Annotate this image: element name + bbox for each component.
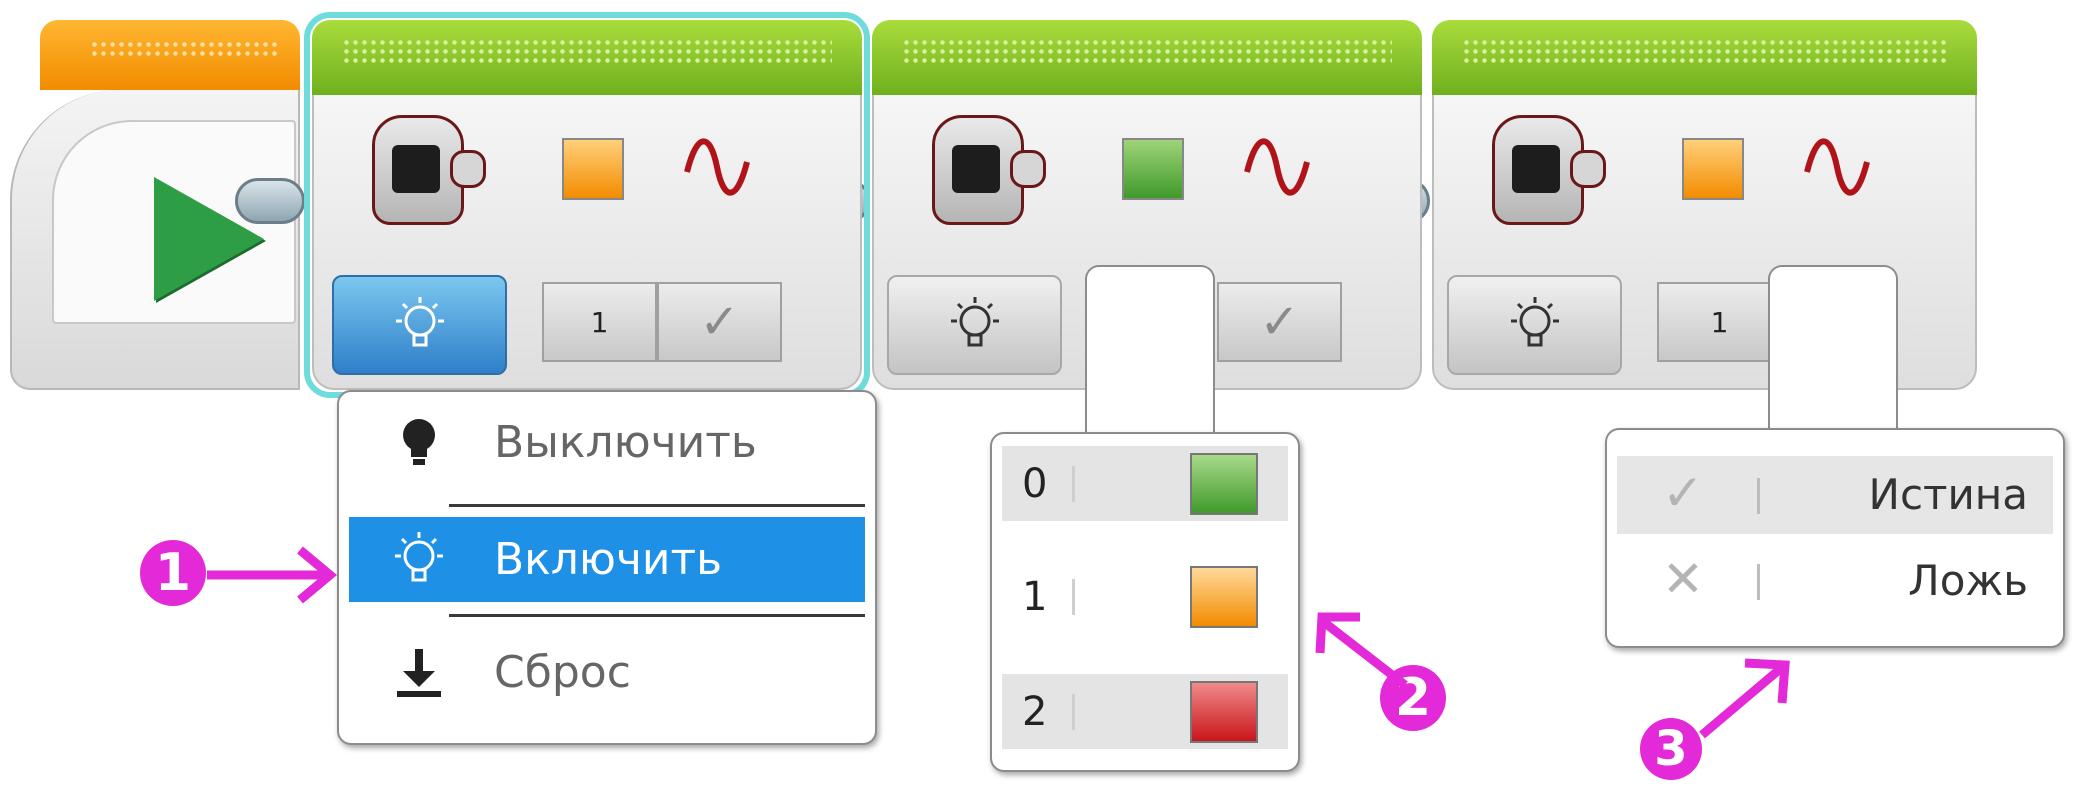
bulb-on-icon bbox=[950, 297, 999, 347]
pulse-value-field[interactable]: ✓ bbox=[657, 282, 782, 362]
pulse-parameter-icon bbox=[1244, 138, 1310, 196]
brick-status-light-icon bbox=[372, 115, 487, 225]
pulse-parameter-icon bbox=[1804, 138, 1870, 196]
color-value-field[interactable]: 1 bbox=[1657, 282, 1782, 362]
color-option-1[interactable]: 1 bbox=[1002, 559, 1288, 634]
annotation-arrow-1 bbox=[207, 546, 338, 604]
menu-item-on[interactable]: Включить bbox=[349, 517, 865, 602]
color-parameter-icon bbox=[562, 138, 624, 200]
block-tab bbox=[872, 20, 1422, 95]
download-icon bbox=[397, 648, 441, 697]
annotation-arrow-2 bbox=[1315, 612, 1408, 689]
brick-status-light-block-1[interactable]: 1 ✓ bbox=[304, 12, 870, 398]
bulb-on-icon bbox=[395, 297, 444, 347]
red-swatch bbox=[1190, 680, 1258, 743]
block-tab bbox=[1432, 20, 1977, 95]
color-parameter-icon bbox=[1122, 138, 1184, 200]
mode-selector-button[interactable] bbox=[1447, 275, 1622, 375]
check-icon: ✓ bbox=[1259, 294, 1300, 350]
start-block-body bbox=[10, 90, 300, 390]
block-tab bbox=[312, 20, 862, 95]
sequence-connector[interactable] bbox=[235, 178, 305, 224]
mode-selector-button[interactable] bbox=[332, 275, 507, 375]
mode-selector-button[interactable] bbox=[887, 275, 1062, 375]
bulb-off-icon bbox=[403, 418, 435, 465]
menu-item-off[interactable]: Выключить bbox=[349, 400, 865, 485]
menu-separator bbox=[449, 504, 865, 507]
bulb-on-icon bbox=[1510, 297, 1559, 347]
menu-item-reset[interactable]: Сброс bbox=[349, 630, 865, 715]
green-swatch bbox=[1190, 452, 1258, 515]
annotation-1: 1 bbox=[140, 540, 206, 606]
bulb-on-icon bbox=[395, 531, 443, 581]
check-icon: ✓ bbox=[699, 294, 740, 350]
pulse-dropdown-menu: ✓ Истина ✕ Ложь bbox=[1605, 428, 2065, 648]
color-value-field[interactable]: 1 bbox=[542, 282, 657, 362]
mode-dropdown-menu: Выключить Включить Сброс bbox=[337, 390, 877, 745]
color-dropdown-stem bbox=[1085, 265, 1215, 445]
annotation-arrow-3 bbox=[1699, 658, 1790, 739]
brick-status-light-icon bbox=[932, 115, 1047, 225]
orange-swatch bbox=[1190, 565, 1258, 628]
color-parameter-icon bbox=[1682, 138, 1744, 200]
color-dropdown-menu: 0 1 2 bbox=[990, 432, 1300, 772]
color-option-0[interactable]: 0 bbox=[1002, 446, 1288, 521]
pulse-option-true[interactable]: ✓ Истина bbox=[1617, 456, 2053, 534]
start-block-tab bbox=[40, 20, 300, 90]
menu-separator bbox=[449, 614, 865, 617]
pulse-value-field[interactable]: ✓ bbox=[1217, 282, 1342, 362]
check-icon: ✓ bbox=[1662, 464, 1704, 522]
pulse-parameter-icon bbox=[684, 138, 750, 196]
color-option-2[interactable]: 2 bbox=[1002, 674, 1288, 749]
pulse-dropdown-stem bbox=[1768, 265, 1898, 445]
pulse-option-false[interactable]: ✕ Ложь bbox=[1617, 542, 2053, 620]
cross-icon: ✕ bbox=[1662, 550, 1704, 608]
brick-status-light-icon bbox=[1492, 115, 1607, 225]
